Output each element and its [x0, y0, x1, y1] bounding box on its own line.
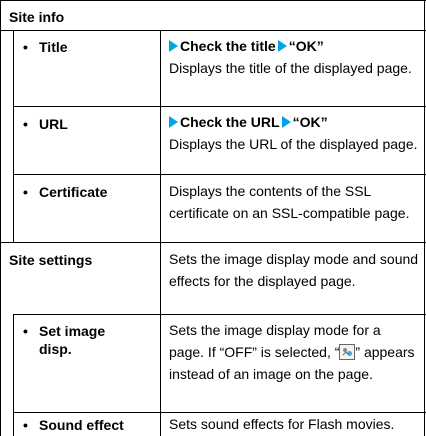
site-settings-description: Sets the image display mode and sound ef…: [169, 251, 419, 289]
arrow-icon: [281, 116, 291, 128]
sound-effect-label: Sound effect: [39, 417, 124, 433]
indent-rule-site-settings: [13, 314, 14, 436]
rule-under-url: [13, 174, 426, 175]
title-desc-text: Displays the title of the displayed page…: [169, 60, 412, 76]
url-bullet: •: [23, 116, 28, 132]
url-steps: Check the URL “OK”: [169, 111, 419, 133]
title-label: Title: [39, 39, 68, 55]
set-image-description: Sets the image display mode for a page. …: [169, 319, 419, 385]
url-description: Check the URL “OK” Displays the URL of th…: [169, 111, 419, 155]
title-steps: Check the title “OK”: [169, 35, 419, 57]
site-info-heading: Site info: [9, 9, 65, 25]
rule-under-title: [13, 106, 426, 107]
column-divider: [160, 30, 161, 436]
sound-effect-bullet: •: [23, 417, 28, 433]
rule-under-site-info: [1, 30, 426, 31]
sound-effect-description: Sets sound effects for Flash movies.: [169, 416, 395, 432]
set-image-label-line-2: disp.: [39, 341, 72, 357]
indent-rule-site-info: [13, 30, 14, 242]
certificate-label: Certificate: [39, 184, 108, 200]
set-image-label-line-1: Set image: [39, 323, 106, 339]
set-image-bullet: •: [23, 323, 28, 339]
arrow-icon: [277, 40, 287, 52]
certificate-bullet: •: [23, 184, 28, 200]
url-step-2: “OK”: [292, 114, 328, 130]
arrow-icon: [169, 116, 178, 128]
title-step-2: “OK”: [288, 38, 324, 54]
site-menu-table: Site info • Title Check the title “OK” Di…: [0, 0, 426, 436]
title-step-1: Check the title: [180, 38, 276, 54]
image-placeholder-icon: [339, 344, 356, 360]
site-settings-heading: Site settings: [9, 252, 93, 268]
arrow-icon: [169, 40, 178, 52]
rule-under-site-settings: [13, 314, 426, 315]
url-label: URL: [39, 116, 68, 132]
set-image-label: Set image disp.: [39, 322, 105, 358]
url-step-1: Check the URL: [180, 114, 280, 130]
table-top-border: [1, 0, 426, 1]
title-description: Check the title “OK” Displays the title o…: [169, 35, 419, 79]
rule-under-certificate: [1, 242, 426, 243]
certificate-description: Displays the contents of the SSL certifi…: [169, 183, 410, 221]
title-bullet: •: [23, 39, 28, 55]
url-desc-text: Displays the URL of the displayed page.: [169, 136, 418, 152]
